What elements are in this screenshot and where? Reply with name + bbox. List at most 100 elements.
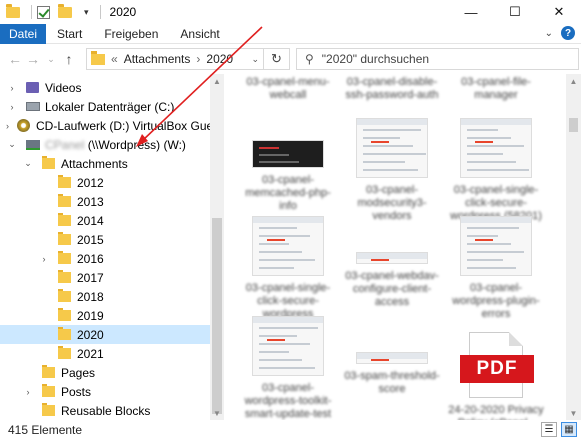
tree-item-label: 2018 bbox=[77, 289, 104, 304]
image-file-item[interactable]: 03-cpanel-file-manager bbox=[448, 74, 544, 102]
image-file-item[interactable]: 03-cpanel-wordpress-plugin-errors bbox=[448, 216, 544, 321]
tab-ansicht[interactable]: Ansicht bbox=[169, 24, 230, 44]
help-icon[interactable]: ? bbox=[561, 26, 575, 40]
file-view-scrollbar[interactable]: ▲ ▼ bbox=[566, 74, 581, 420]
tree-item-cpanel-wordpress-w[interactable]: ⌄ CPanel (\\Wordpress) (W:) bbox=[0, 135, 210, 154]
tree-item-label: 2021 bbox=[77, 346, 104, 361]
breadcrumb-2020[interactable]: 2020 bbox=[206, 52, 233, 66]
folder-icon bbox=[42, 156, 55, 169]
tree-item-label: 2020 bbox=[77, 327, 104, 342]
expand-chevron-icon[interactable]: › bbox=[6, 102, 18, 112]
navigation-pane[interactable]: › Videos › Lokaler Datenträger (C:) › CD-Lauf… bbox=[0, 74, 210, 420]
refresh-button[interactable]: ↻ bbox=[264, 48, 290, 70]
scrollbar-thumb[interactable] bbox=[212, 218, 222, 414]
scroll-down-arrow-icon[interactable]: ▼ bbox=[210, 406, 224, 420]
new-folder-icon[interactable] bbox=[58, 3, 72, 18]
folder-icon bbox=[58, 175, 71, 188]
tree-item-pages[interactable]: Pages bbox=[0, 363, 210, 382]
tab-freigeben[interactable]: Freigeben bbox=[93, 24, 169, 44]
forward-arrow-icon[interactable]: → bbox=[24, 48, 42, 70]
navigation-pane-scrollbar[interactable]: ▲ ▼ bbox=[210, 74, 224, 420]
tree-item-label: Attachments bbox=[61, 156, 128, 171]
tree-item-2018[interactable]: 2018 bbox=[0, 287, 210, 306]
videos-icon bbox=[26, 82, 39, 93]
tree-item-label: 2014 bbox=[77, 213, 104, 228]
details-view-icon[interactable]: ☰ bbox=[541, 422, 557, 437]
tree-item-lokaler-datentr-ger-c[interactable]: › Lokaler Datenträger (C:) bbox=[0, 97, 210, 116]
folder-icon bbox=[58, 251, 71, 264]
scroll-up-arrow-icon[interactable]: ▲ bbox=[210, 74, 224, 88]
customize-toolbar-chevron-icon[interactable]: ▾ bbox=[84, 7, 89, 18]
pdf-file-item[interactable]: PDF 24-20-2020 Privacy Policy (cPanel - r… bbox=[448, 316, 544, 420]
file-name: 03-cpanel-memcached-php-info bbox=[245, 174, 331, 212]
maximize-button[interactable]: ☐ bbox=[493, 0, 537, 24]
tree-item-videos[interactable]: › Videos bbox=[0, 78, 210, 97]
recent-locations-chevron-icon[interactable]: ⌄ bbox=[42, 48, 60, 70]
expand-chevron-icon[interactable]: › bbox=[6, 83, 18, 93]
tree-item-reusable-blocks[interactable]: Reusable Blocks bbox=[0, 401, 210, 420]
tree-item-2021[interactable]: 2021 bbox=[0, 344, 210, 363]
expand-chevron-icon[interactable]: › bbox=[22, 387, 34, 397]
collapse-chevron-icon[interactable]: ⌄ bbox=[6, 139, 18, 150]
minimize-button[interactable]: — bbox=[449, 0, 493, 24]
file-name: 03-cpanel-wordpress-toolkit-smart-update… bbox=[244, 382, 332, 420]
image-file-item[interactable]: 03-cpanel-menu-webcall bbox=[240, 74, 336, 102]
tree-item-2013[interactable]: 2013 bbox=[0, 192, 210, 211]
folder-icon bbox=[58, 194, 71, 207]
cd-icon bbox=[17, 119, 30, 132]
close-button[interactable]: ✕ bbox=[537, 0, 581, 24]
image-file-item[interactable]: 03-cpanel-single-click-secure-wordpress … bbox=[448, 118, 544, 223]
back-arrow-icon[interactable]: ← bbox=[6, 48, 24, 70]
image-file-item[interactable]: 03-cpanel-webdav-configure-client-access bbox=[344, 216, 440, 309]
address-bar[interactable]: « Attachments › 2020 ⌄ bbox=[86, 48, 264, 70]
tree-item-attachments[interactable]: ⌄ Attachments bbox=[0, 154, 210, 173]
tree-item-2017[interactable]: 2017 bbox=[0, 268, 210, 287]
breadcrumb-attachments[interactable]: Attachments bbox=[124, 52, 191, 66]
image-file-item[interactable]: 03-cpanel-wordpress-toolkit-smart-update… bbox=[240, 316, 336, 420]
thumbnail-image bbox=[356, 252, 428, 264]
folder-icon bbox=[58, 232, 71, 245]
expand-chevron-icon[interactable]: › bbox=[38, 254, 50, 264]
image-file-item[interactable]: 03-cpanel-single-click-secure-wordpress bbox=[240, 216, 336, 321]
up-arrow-icon[interactable]: ↑ bbox=[60, 48, 78, 70]
tab-datei[interactable]: Datei bbox=[0, 23, 46, 44]
collapse-chevron-icon[interactable]: ⌄ bbox=[22, 158, 34, 169]
tree-item-posts[interactable]: › Posts bbox=[0, 382, 210, 401]
breadcrumb-separator[interactable]: › bbox=[196, 52, 200, 66]
properties-check-icon[interactable] bbox=[37, 5, 50, 19]
image-file-item[interactable]: 03-cpanel-modsecurity3-vendors bbox=[344, 118, 440, 223]
file-name: 03-spam-threshold-score bbox=[344, 370, 440, 395]
folder-icon bbox=[58, 327, 71, 340]
scroll-up-arrow-icon[interactable]: ▲ bbox=[566, 74, 581, 88]
tree-item-2015[interactable]: 2015 bbox=[0, 230, 210, 249]
status-bar: 415 Elemente ☰ ▦ bbox=[0, 420, 581, 440]
scrollbar-thumb[interactable] bbox=[569, 118, 578, 132]
scroll-down-arrow-icon[interactable]: ▼ bbox=[566, 406, 581, 420]
search-input[interactable]: ⚲ "2020" durchsuchen bbox=[296, 48, 579, 70]
tree-item-label: 2013 bbox=[77, 194, 104, 209]
image-file-item[interactable]: 03-cpanel-disable-ssh-password-auth bbox=[344, 74, 440, 102]
address-dropdown-chevron-icon[interactable]: ⌄ bbox=[251, 54, 259, 65]
tree-item-2020[interactable]: 2020 bbox=[0, 325, 210, 344]
tree-item-2014[interactable]: 2014 bbox=[0, 211, 210, 230]
thumbnail-image bbox=[252, 316, 324, 376]
folder-icon bbox=[58, 270, 71, 283]
file-view[interactable]: 03-cpanel-menu-webcall 03-cpanel-disable-… bbox=[226, 74, 566, 420]
address-overflow[interactable]: « bbox=[111, 52, 118, 66]
expand-ribbon-chevron-icon[interactable]: ⌄ bbox=[545, 28, 553, 39]
tree-item-cd-laufwerk-d-virtualbox-guest-addi[interactable]: › CD-Laufwerk (D:) VirtualBox Guest Addi bbox=[0, 116, 210, 135]
ribbon-tabs: Datei Start Freigeben Ansicht ⌄ ? bbox=[0, 23, 581, 44]
tree-item-label: Reusable Blocks bbox=[61, 403, 151, 418]
image-file-item[interactable]: 03-cpanel-memcached-php-info bbox=[240, 118, 336, 213]
view-switcher: ☰ ▦ bbox=[541, 422, 577, 437]
image-file-item[interactable]: 03-spam-threshold-score bbox=[344, 316, 440, 396]
tree-item-2016[interactable]: › 2016 bbox=[0, 249, 210, 268]
expand-chevron-icon[interactable]: › bbox=[6, 121, 9, 131]
tree-item-2012[interactable]: 2012 bbox=[0, 173, 210, 192]
large-icons-view-icon[interactable]: ▦ bbox=[561, 422, 577, 437]
thumbnail-image bbox=[460, 216, 532, 276]
tab-start[interactable]: Start bbox=[46, 24, 93, 44]
folder-icon bbox=[58, 308, 71, 321]
tree-item-2019[interactable]: 2019 bbox=[0, 306, 210, 325]
tree-item-label: 2015 bbox=[77, 232, 104, 247]
